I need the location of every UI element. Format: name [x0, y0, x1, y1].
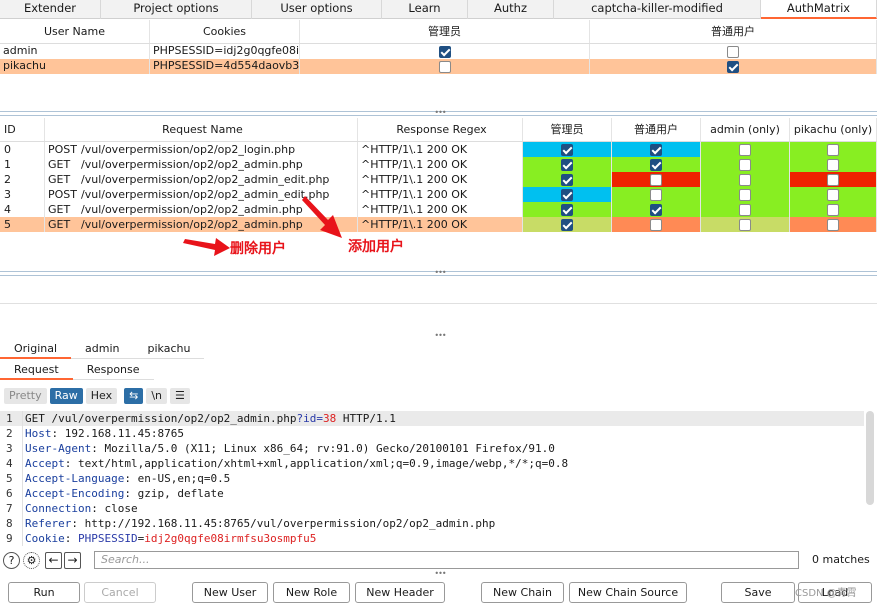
viewer-tab-bar: Original admin pikachu — [0, 339, 205, 359]
tab-original[interactable]: Original — [0, 339, 72, 359]
request-editor[interactable]: 1 GET /vul/overpermission/op2/op2_admin.p… — [0, 411, 877, 547]
editor-line: 7 Connection: close — [6, 501, 138, 516]
pretty-button[interactable]: Pretty — [4, 388, 47, 404]
tab-request[interactable]: Request — [0, 360, 73, 380]
new-chain-source-button[interactable]: New Chain Source — [569, 582, 687, 603]
arrow-delete-user-icon — [183, 238, 230, 256]
search-input[interactable]: Search... — [94, 551, 799, 569]
gear-icon[interactable]: ⚙ — [23, 551, 40, 569]
hex-button[interactable]: Hex — [85, 388, 118, 404]
newline-button[interactable]: \n — [146, 388, 168, 404]
editor-line: 6 Accept-Encoding: gzip, deflate — [6, 486, 224, 501]
splitter-grip-icon[interactable]: ••• — [433, 269, 447, 277]
editor-line: 2 Host: 192.168.11.45:8765 — [6, 426, 184, 441]
arrow-add-user-icon — [302, 196, 342, 238]
tab-pikachu[interactable]: pikachu — [133, 339, 205, 359]
editor-scrollbar[interactable] — [866, 411, 874, 505]
wrap-icon[interactable]: ⇆ — [124, 388, 144, 404]
new-chain-button[interactable]: New Chain — [481, 582, 564, 603]
splitter-grip-icon[interactable]: ••• — [433, 570, 447, 578]
new-header-button[interactable]: New Header — [355, 582, 445, 603]
help-icon[interactable]: ? — [3, 551, 20, 569]
match-count: 0 matches — [812, 553, 870, 566]
new-role-button[interactable]: New Role — [273, 582, 350, 603]
menu-icon[interactable]: ☰ — [170, 388, 190, 404]
tab-response[interactable]: Response — [72, 360, 154, 380]
editor-line: 4 Accept: text/html,application/xhtml+xml… — [6, 456, 569, 471]
watermark: CSDN @青霄 — [795, 588, 857, 599]
splitter-grip-icon[interactable]: ••• — [433, 332, 447, 340]
editor-line: 9 Cookie: PHPSESSID=idj2g0qgfe08irmfsu3os… — [6, 531, 317, 546]
message-tab-bar: Request Response — [0, 360, 154, 380]
separator-line — [0, 303, 877, 304]
editor-line: 3 User-Agent: Mozilla/5.0 (X11; Linux x86… — [6, 441, 555, 456]
search-bar: ? ⚙ ← → Search... 0 matches — [0, 549, 877, 571]
tab-admin[interactable]: admin — [71, 339, 134, 359]
new-user-button[interactable]: New User — [192, 582, 268, 603]
save-button[interactable]: Save — [721, 582, 795, 603]
annotation-delete-user: 删除用户 — [230, 241, 286, 257]
run-button[interactable]: Run — [8, 582, 80, 603]
editor-line: 8 Referer: http://192.168.11.45:8765/vul/… — [6, 516, 496, 531]
editor-toolbar: Pretty Raw Hex ⇆ \n ☰ — [4, 388, 190, 404]
prev-arrow-icon[interactable]: ← — [45, 551, 62, 569]
raw-button[interactable]: Raw — [49, 388, 83, 404]
next-arrow-icon[interactable]: → — [64, 551, 81, 569]
cancel-button[interactable]: Cancel — [84, 582, 156, 603]
annotation-add-user: 添加用户 — [348, 239, 404, 255]
editor-line: 1 GET /vul/overpermission/op2/op2_admin.p… — [0, 411, 864, 426]
editor-line: 5 Accept-Language: en-US,en;q=0.5 — [6, 471, 231, 486]
